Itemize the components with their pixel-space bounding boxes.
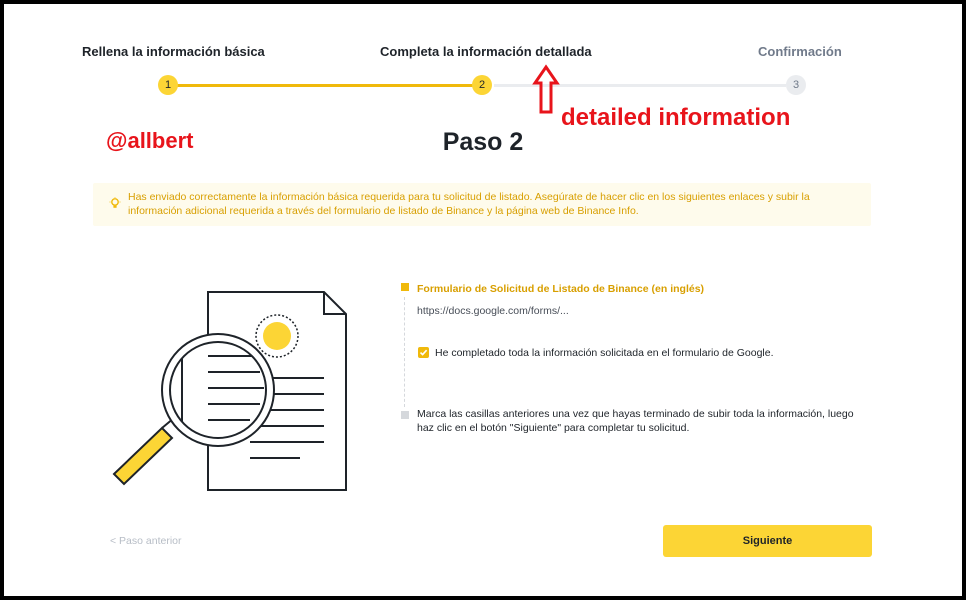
step-2-label: Completa la información detallada xyxy=(380,44,592,59)
previous-step-link[interactable]: < Paso anterior xyxy=(110,535,182,547)
section-marker-inactive xyxy=(401,411,409,419)
application-frame: Rellena la información básica Completa l… xyxy=(4,4,962,596)
step-1-label: Rellena la información básica xyxy=(82,44,265,59)
form-completed-checkbox[interactable] xyxy=(418,347,429,358)
page-title: Paso 2 xyxy=(442,128,524,156)
alert-message: Has enviado correctamente la información… xyxy=(128,191,810,217)
instruction-text: Marca las casillas anteriores una vez qu… xyxy=(417,408,854,434)
info-alert: Has enviado correctamente la información… xyxy=(93,183,871,226)
up-arrow-annotation-icon xyxy=(532,64,560,114)
section-connector-line xyxy=(404,297,405,407)
checkmark-icon xyxy=(419,349,428,356)
checkbox-label: He completado toda la información solici… xyxy=(435,347,774,359)
lightbulb-icon xyxy=(109,197,121,208)
step-3-indicator: 3 xyxy=(786,75,806,95)
step-3-label: Confirmación xyxy=(758,44,842,59)
section-marker-active xyxy=(401,283,409,291)
next-button[interactable]: Siguiente xyxy=(663,525,872,557)
step-1-2-connector xyxy=(176,84,474,87)
step-2-indicator: 2 xyxy=(472,75,492,95)
form-link[interactable]: https://docs.google.com/forms/... xyxy=(417,305,569,317)
step-1-indicator: 1 xyxy=(158,75,178,95)
document-magnifier-illustration xyxy=(112,291,347,491)
form-title: Formulario de Solicitud de Listado de Bi… xyxy=(417,283,705,295)
